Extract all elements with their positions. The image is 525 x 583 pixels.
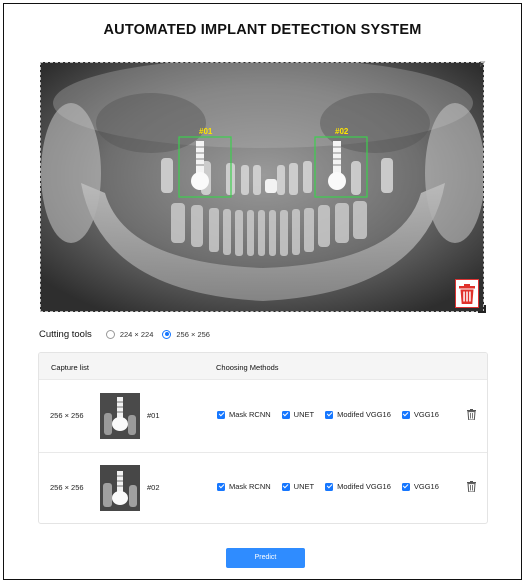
capture-size: 256 × 256 (50, 411, 84, 420)
table-row: 256 × 256 #01 Mask RCNN UNET Modifed VGG… (39, 381, 487, 453)
checkbox[interactable] (281, 410, 290, 419)
capture-id: #02 (147, 483, 160, 492)
capture-thumbnail (100, 465, 140, 511)
header-choosing-methods: Choosing Methods (216, 363, 279, 372)
checkbox[interactable] (217, 482, 225, 491)
method-modified-vgg16[interactable]: Modifed VGG16 (325, 410, 391, 419)
methods-group: Mask RCNN UNET Modifed VGG16 VGG16 (217, 410, 450, 419)
method-unet[interactable]: UNET (281, 410, 314, 419)
checkbox[interactable] (217, 410, 225, 419)
radio-256[interactable] (162, 329, 172, 339)
capture-thumbnail (100, 393, 140, 439)
page-title: AUTOMATED IMPLANT DETECTION SYSTEM (103, 22, 422, 38)
cutting-tools-label: Cutting tools (39, 328, 92, 340)
cutting-tools: Cutting tools 224 × 224 256 × 256 (39, 327, 219, 341)
radio-256-label[interactable]: 256 × 256 (176, 330, 210, 339)
method-vgg16[interactable]: VGG16 (401, 410, 439, 419)
radio-224[interactable] (105, 329, 115, 339)
trash-icon[interactable] (467, 481, 476, 492)
table-header: Capture list Choosing Methods (39, 353, 487, 380)
detection-label-02: #02 (335, 127, 349, 136)
panoramic-xray-image: #01 #02 (41, 63, 483, 311)
checkbox[interactable] (401, 410, 410, 419)
header-capture-list: Capture list (51, 363, 89, 372)
xray-viewer[interactable]: #01 #02 (40, 62, 484, 312)
trash-icon (459, 283, 475, 304)
method-modified-vgg16[interactable]: Modifed VGG16 (325, 482, 391, 491)
checkbox[interactable] (281, 482, 290, 491)
method-vgg16[interactable]: VGG16 (401, 482, 439, 491)
methods-group: Mask RCNN UNET Modifed VGG16 VGG16 (217, 482, 450, 491)
detection-label-01: #01 (199, 127, 213, 136)
delete-selection-button[interactable] (455, 279, 479, 308)
trash-icon[interactable] (467, 409, 476, 420)
capture-size: 256 × 256 (50, 483, 84, 492)
checkbox[interactable] (401, 482, 410, 491)
resize-handle[interactable] (478, 305, 486, 313)
radio-224-label[interactable]: 224 × 224 (120, 330, 154, 339)
checkbox[interactable] (325, 410, 334, 419)
resize-handle-top[interactable]: ◸ (480, 60, 485, 68)
table-row: 256 × 256 #02 Mask RCNN UNET Modifed VGG… (39, 453, 487, 523)
predict-button[interactable]: Predict (226, 548, 305, 568)
method-mask-rcnn[interactable]: Mask RCNN (217, 482, 271, 491)
method-unet[interactable]: UNET (281, 482, 314, 491)
method-mask-rcnn[interactable]: Mask RCNN (217, 410, 271, 419)
capture-table: Capture list Choosing Methods 256 × 256 … (38, 352, 488, 524)
capture-id: #01 (147, 411, 160, 420)
checkbox[interactable] (325, 482, 334, 491)
